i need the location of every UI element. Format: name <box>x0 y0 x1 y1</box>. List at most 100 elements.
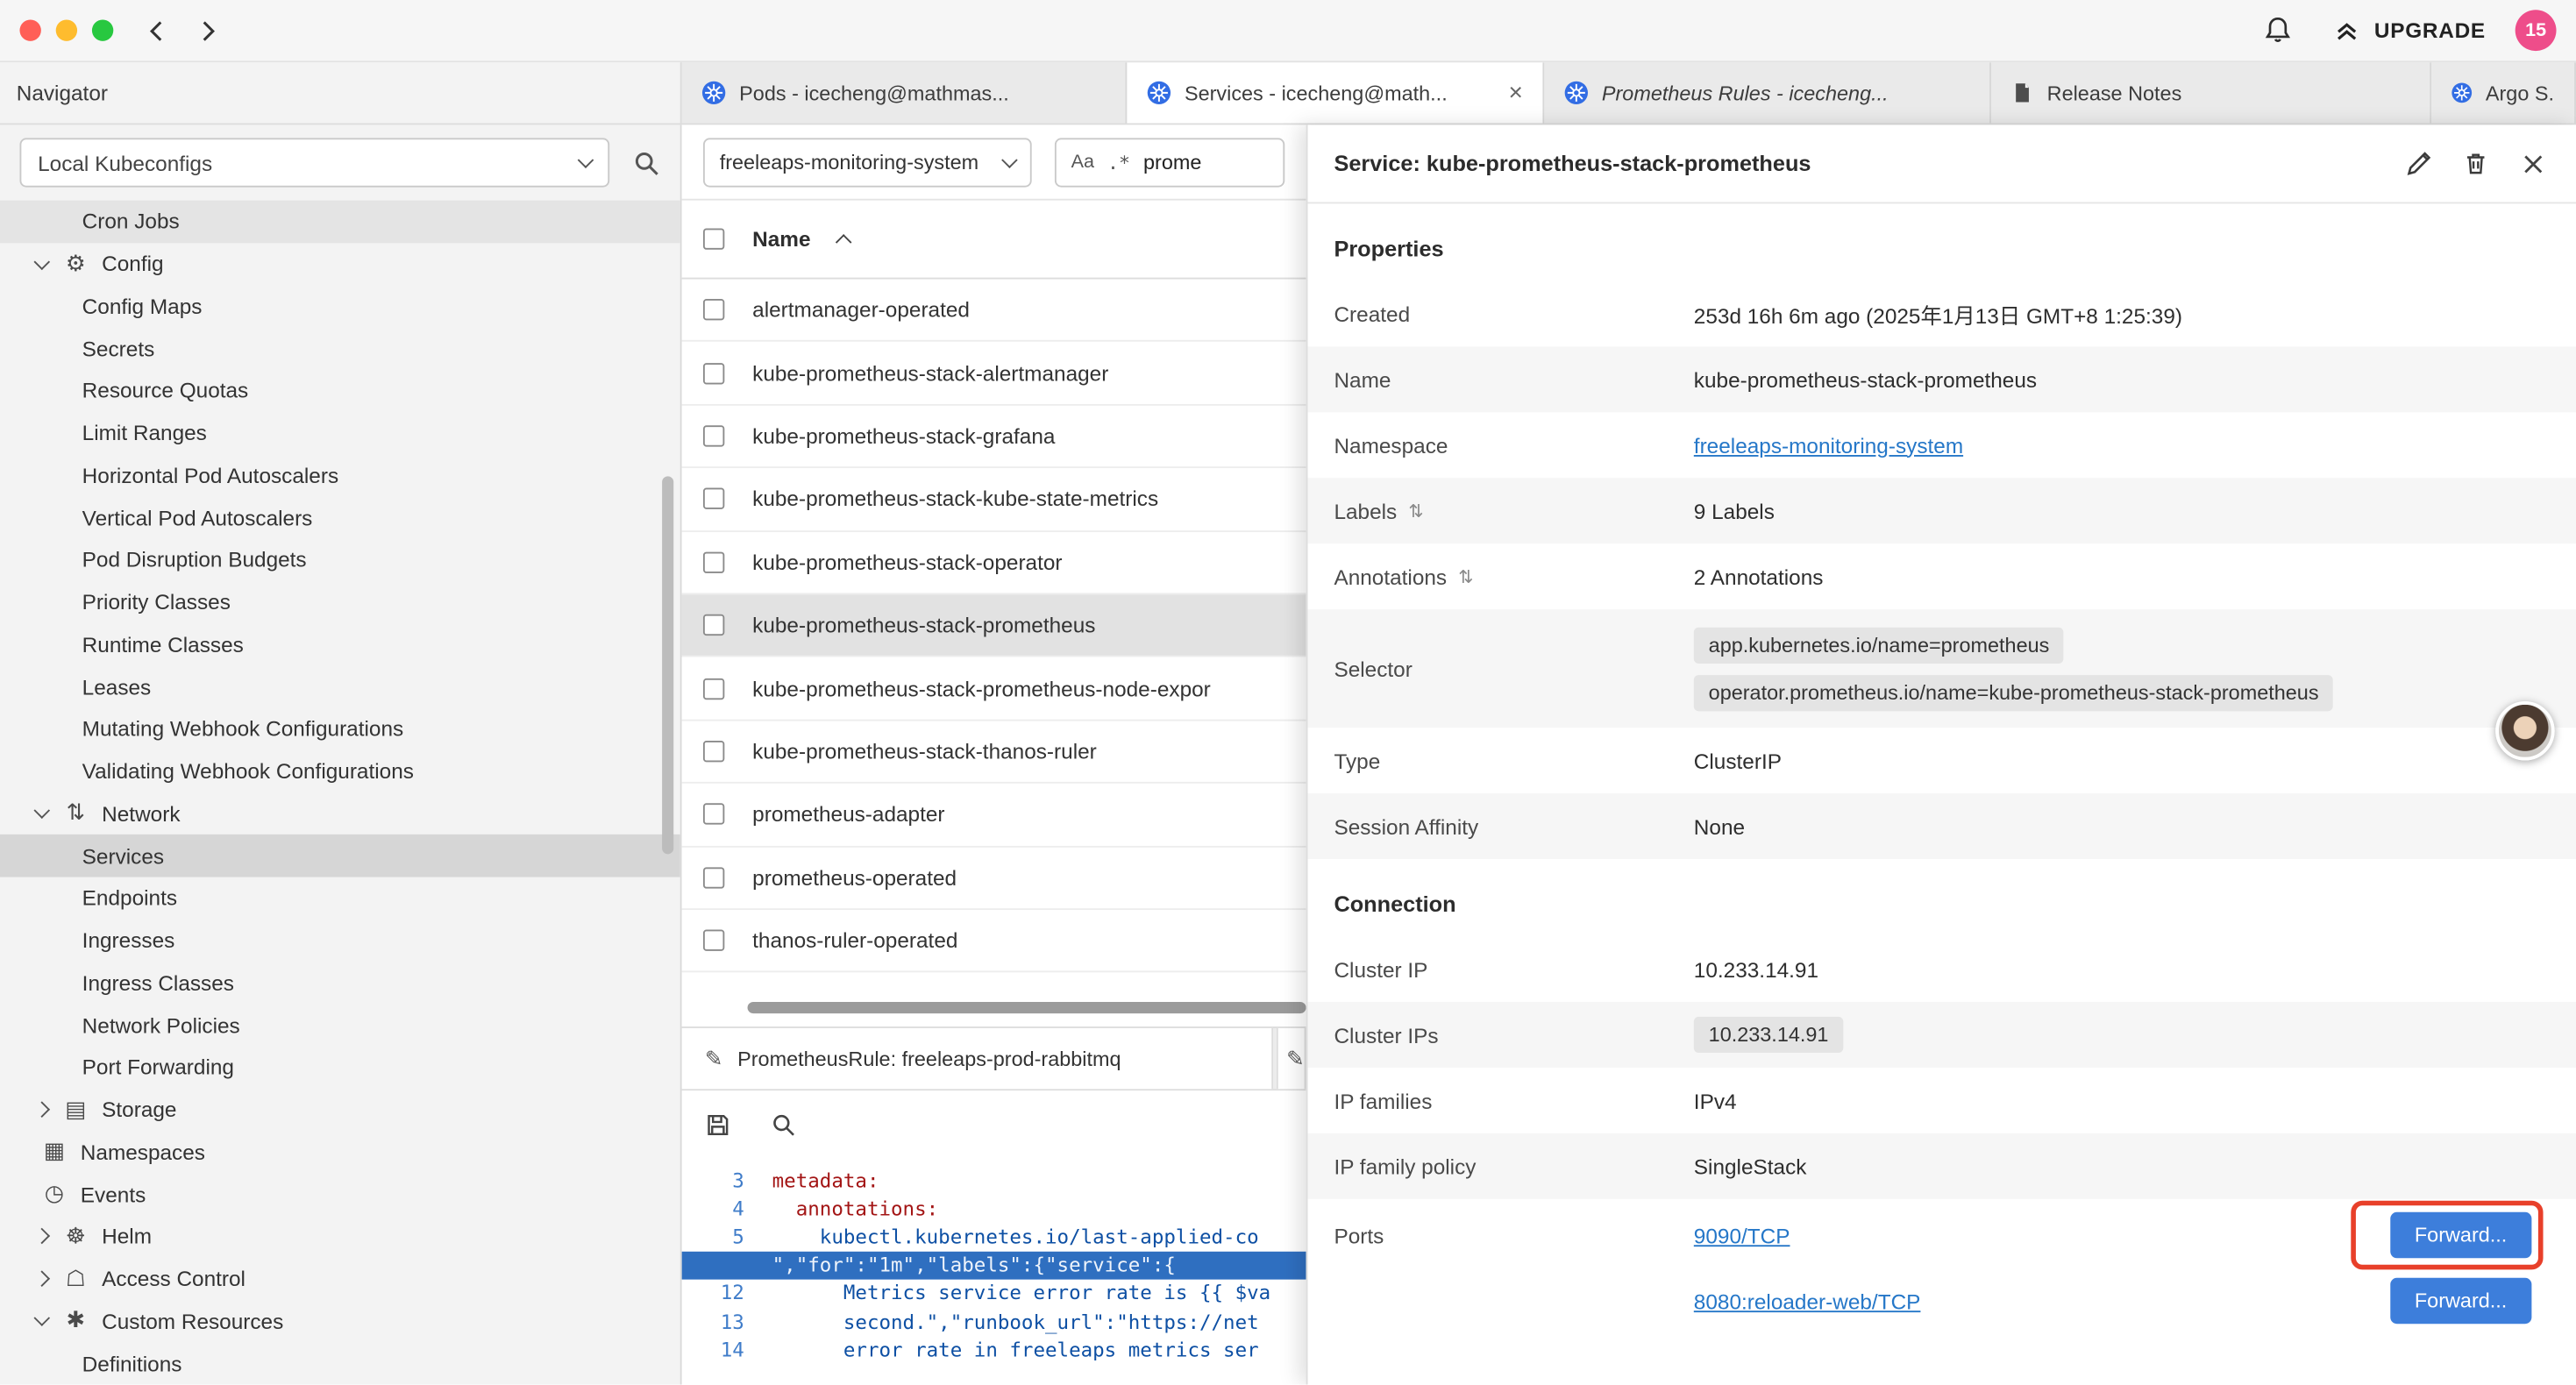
match-case-toggle[interactable]: Aa <box>1071 152 1094 171</box>
sidebar-item-endpoints[interactable]: Endpoints <box>0 877 680 920</box>
sidebar-item-namespaces[interactable]: ▦ Namespaces <box>0 1131 680 1173</box>
minimize-window-button[interactable] <box>56 19 77 40</box>
namespace-filter-select[interactable]: freeleaps-monitoring-system <box>703 137 1032 186</box>
forward-button[interactable] <box>189 12 224 48</box>
annotations-count[interactable]: 2 Annotations <box>1694 565 1824 589</box>
sidebar-item-secrets[interactable]: Secrets <box>0 327 680 369</box>
kubernetes-icon <box>2451 81 2473 105</box>
port-forward-button[interactable]: Forward... <box>2390 1212 2532 1258</box>
table-row[interactable]: kube-prometheus-stack-kube-state-metrics <box>682 468 1306 531</box>
table-row[interactable]: kube-prometheus-stack-operator <box>682 531 1306 594</box>
sidebar-item-events[interactable]: ◷ Events <box>0 1173 680 1215</box>
notification-count-badge[interactable]: 15 <box>2516 10 2557 51</box>
row-checkbox[interactable] <box>703 614 724 636</box>
tab-services[interactable]: Services - icecheng@math... × <box>1127 62 1544 123</box>
tab-argo[interactable]: Argo S... <box>2431 62 2576 123</box>
scrollbar-thumb[interactable] <box>748 1002 1306 1013</box>
table-row[interactable]: prometheus-operated <box>682 847 1306 910</box>
row-checkbox[interactable] <box>703 804 724 825</box>
sidebar-item-limit-ranges[interactable]: Limit Ranges <box>0 412 680 454</box>
sidebar-item-mutating-webhook-configurations[interactable]: Mutating Webhook Configurations <box>0 708 680 750</box>
sidebar-item-config-maps[interactable]: Config Maps <box>0 285 680 327</box>
sidebar-item-network-policies[interactable]: Network Policies <box>0 1004 680 1046</box>
sidebar-item-priority-classes[interactable]: Priority Classes <box>0 581 680 623</box>
row-checkbox[interactable] <box>703 551 724 572</box>
notifications-button[interactable] <box>2258 11 2297 50</box>
port-link[interactable]: 8080:reloader-web/TCP <box>1694 1289 1921 1313</box>
sidebar-item-vertical-pod-autoscalers[interactable]: Vertical Pod Autoscalers <box>0 496 680 538</box>
tab-pods[interactable]: Pods - icecheng@mathmas... <box>682 62 1128 123</box>
port-link[interactable]: 9090/TCP <box>1694 1223 1790 1247</box>
close-window-button[interactable] <box>19 19 40 40</box>
sidebar-item-config[interactable]: ⚙ Config <box>0 243 680 285</box>
table-row-selected[interactable]: kube-prometheus-stack-prometheus <box>682 594 1306 657</box>
row-checkbox[interactable] <box>703 867 724 888</box>
dock-tab-prometheusrule[interactable]: ✎ PrometheusRule: freeleaps-prod-rabbitm… <box>682 1028 1274 1089</box>
user-avatar[interactable] <box>2495 701 2554 760</box>
sidebar-item-horizontal-pod-autoscalers[interactable]: Horizontal Pod Autoscalers <box>0 454 680 496</box>
sidebar-item-cron-jobs[interactable]: Cron Jobs <box>0 201 680 243</box>
sidebar-item-ingresses[interactable]: Ingresses <box>0 920 680 962</box>
row-checkbox[interactable] <box>703 362 724 383</box>
sidebar-item-validating-webhook-configurations[interactable]: Validating Webhook Configurations <box>0 750 680 792</box>
table-row[interactable]: kube-prometheus-stack-thanos-ruler <box>682 721 1306 784</box>
sidebar-item-access-control[interactable]: ☖ Access Control <box>0 1258 680 1300</box>
sidebar-item-pod-disruption-budgets[interactable]: Pod Disruption Budgets <box>0 539 680 581</box>
table-row[interactable]: kube-prometheus-stack-grafana <box>682 405 1306 468</box>
row-checkbox[interactable] <box>703 488 724 509</box>
search-icon[interactable] <box>632 149 660 177</box>
column-name-header[interactable]: Name <box>752 227 810 252</box>
table-row[interactable]: thanos-ruler-operated <box>682 910 1306 973</box>
sidebar-item-definitions[interactable]: Definitions <box>0 1342 680 1384</box>
sidebar-item-runtime-classes[interactable]: Runtime Classes <box>0 623 680 665</box>
list-filter-bar: freeleaps-monitoring-system Aa .* prome <box>682 124 1306 200</box>
chevron-down-icon <box>34 253 51 270</box>
table-row[interactable]: prometheus-adapter <box>682 784 1306 847</box>
tab-prometheus-rules[interactable]: Prometheus Rules - icecheng... <box>1544 62 1991 123</box>
yaml-editor[interactable]: 3metadata: 4 annotations: 5 kubectl.kube… <box>682 1160 1306 1385</box>
regex-toggle[interactable]: .* <box>1107 150 1130 173</box>
chevron-right-icon <box>34 1271 51 1288</box>
row-checkbox[interactable] <box>703 425 724 446</box>
maximize-window-button[interactable] <box>92 19 113 40</box>
table-row[interactable]: alertmanager-operated <box>682 280 1306 343</box>
pencil-icon: ✎ <box>1286 1046 1304 1072</box>
close-tab-icon[interactable]: × <box>1509 81 1523 105</box>
sidebar-item-services[interactable]: Services <box>0 835 680 877</box>
back-button[interactable] <box>139 12 175 48</box>
close-drawer-button[interactable] <box>2517 147 2550 180</box>
search-icon[interactable] <box>771 1112 797 1139</box>
upgrade-button[interactable]: UPGRADE <box>2333 17 2486 45</box>
row-checkbox[interactable] <box>703 930 724 951</box>
sidebar-item-port-forwarding[interactable]: Port Forwarding <box>0 1047 680 1089</box>
delete-button[interactable] <box>2459 147 2492 180</box>
port-forward-button[interactable]: Forward... <box>2390 1278 2532 1324</box>
sidebar-item-leases[interactable]: Leases <box>0 665 680 707</box>
edit-button[interactable] <box>2402 147 2434 180</box>
row-checkbox[interactable] <box>703 741 724 762</box>
sidebar-item-ingress-classes[interactable]: Ingress Classes <box>0 962 680 1004</box>
sidebar-item-network[interactable]: ⇅ Network <box>0 792 680 835</box>
config-icon: ⚙ <box>60 251 90 277</box>
row-checkbox[interactable] <box>703 299 724 320</box>
sidebar-item-resource-quotas[interactable]: Resource Quotas <box>0 370 680 412</box>
dock-tab-partial[interactable]: ✎ <box>1277 1028 1306 1089</box>
expand-sort-icon[interactable]: ⇅ <box>1458 565 1473 586</box>
namespace-link[interactable]: freeleaps-monitoring-system <box>1694 433 1963 458</box>
tab-release-notes[interactable]: Release Notes <box>1991 62 2431 123</box>
row-checkbox[interactable] <box>703 678 724 699</box>
horizontal-scrollbar[interactable] <box>682 1000 1306 1015</box>
sidebar-item-custom-resources[interactable]: ✱ Custom Resources <box>0 1300 680 1342</box>
sidebar-item-storage[interactable]: ▤ Storage <box>0 1089 680 1131</box>
table-row[interactable]: kube-prometheus-stack-alertmanager <box>682 342 1306 405</box>
selector-badge: operator.prometheus.io/name=kube-prometh… <box>1694 674 2334 710</box>
sidebar-item-helm[interactable]: ☸ Helm <box>0 1216 680 1258</box>
save-icon[interactable] <box>705 1112 731 1139</box>
select-all-checkbox[interactable] <box>703 228 724 249</box>
labels-count[interactable]: 9 Labels <box>1694 499 1775 523</box>
sidebar-scrollbar[interactable] <box>662 476 673 854</box>
list-search-input[interactable]: Aa .* prome <box>1055 137 1284 186</box>
kubeconfig-select[interactable]: Local Kubeconfigs <box>19 138 609 187</box>
table-row[interactable]: kube-prometheus-stack-prometheus-node-ex… <box>682 657 1306 721</box>
expand-sort-icon[interactable]: ⇅ <box>1408 501 1423 522</box>
